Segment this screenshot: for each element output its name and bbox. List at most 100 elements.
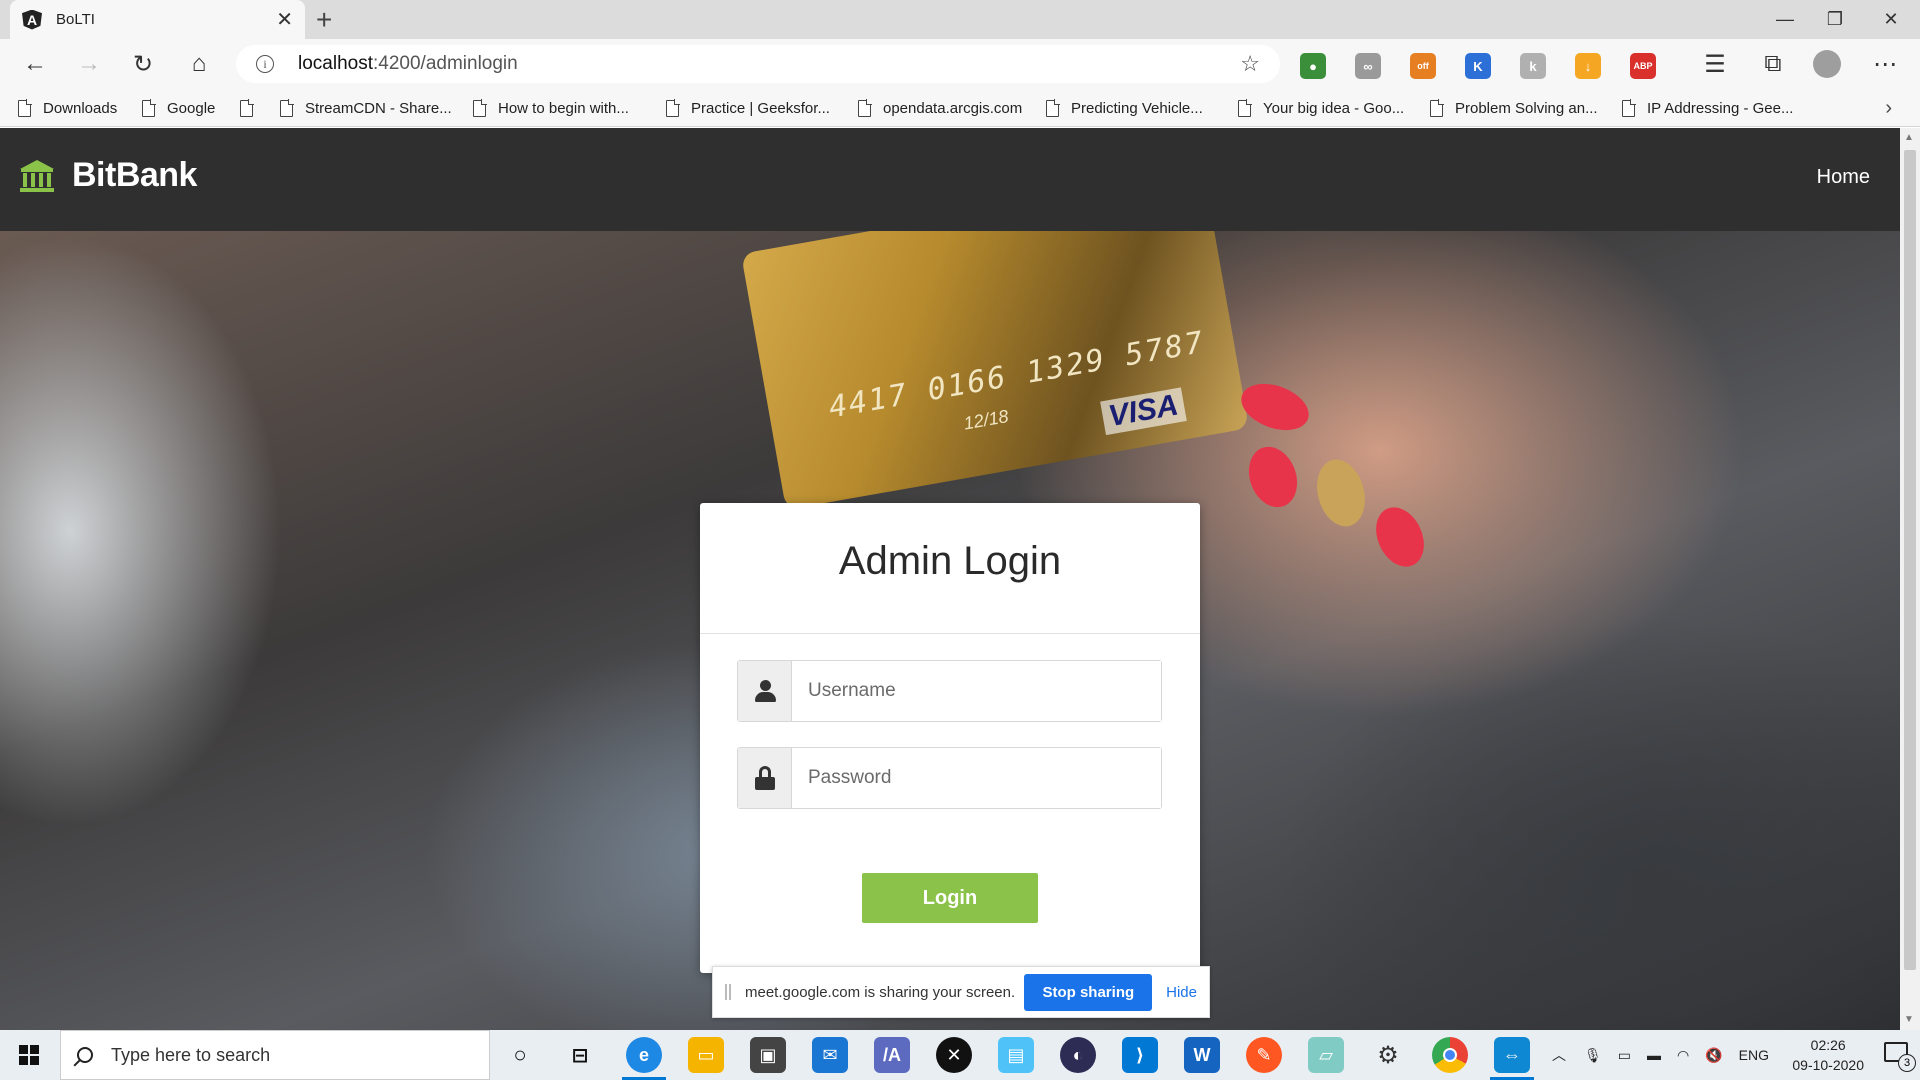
favorite-star-icon[interactable]: ☆: [1240, 51, 1260, 77]
bookmark-label: IP Addressing - Gee...: [1647, 99, 1794, 117]
restore-button[interactable]: ❐: [1810, 0, 1860, 39]
word-icon[interactable]: W: [1184, 1037, 1220, 1073]
tracker-extension-icon[interactable]: ∞: [1355, 53, 1381, 79]
store-icon[interactable]: ▣: [750, 1037, 786, 1073]
bookmark-item[interactable]: How to begin with...: [473, 89, 629, 127]
lock-icon: [754, 766, 775, 790]
bookmark-item[interactable]: opendata.arcgis.com: [858, 89, 1022, 127]
bookmark-item[interactable]: Predicting Vehicle...: [1046, 89, 1203, 127]
page-icon: [473, 99, 487, 117]
page-icon: [858, 99, 872, 117]
password-group: [737, 747, 1162, 809]
key-extension-icon[interactable]: k: [1520, 53, 1546, 79]
favorites-icon[interactable]: ☰: [1700, 49, 1730, 79]
visa-logo: VISA: [1100, 387, 1187, 436]
settings-more-icon[interactable]: ⋯: [1870, 49, 1900, 79]
settings-gear-icon[interactable]: ⚙: [1370, 1037, 1406, 1073]
bookmark-label: StreamCDN - Share...: [305, 99, 452, 117]
page-icon: [1430, 99, 1444, 117]
angular-favicon-icon: A: [22, 9, 42, 30]
eclipse-icon[interactable]: ◐: [1060, 1037, 1096, 1073]
username-group: [737, 660, 1162, 722]
back-button[interactable]: ←: [20, 49, 50, 79]
teamviewer-icon[interactable]: ⇔: [1490, 1037, 1534, 1080]
bookmark-item[interactable]: Practice | Geeksfor...: [666, 89, 830, 127]
screen-share-bar: meet.google.com is sharing your screen. …: [712, 966, 1210, 1018]
postman-icon[interactable]: ✎: [1246, 1037, 1282, 1073]
shield-extension-icon[interactable]: K: [1465, 53, 1491, 79]
bookmark-label: Problem Solving an...: [1455, 99, 1598, 117]
page-scrollbar[interactable]: ▲ ▼: [1900, 128, 1920, 1030]
drag-handle-icon[interactable]: [725, 984, 731, 1000]
page-icon: [1622, 99, 1636, 117]
address-bar[interactable]: i localhost:4200/adminlogin ☆: [236, 45, 1280, 83]
page-icon: [142, 99, 156, 117]
wifi-icon[interactable]: ◠: [1677, 1047, 1689, 1064]
clock-time: 02:26: [1810, 1037, 1846, 1053]
bookmark-item[interactable]: Problem Solving an...: [1430, 89, 1598, 127]
hide-button[interactable]: Hide: [1166, 984, 1197, 1001]
bookmark-item[interactable]: Google: [142, 89, 215, 127]
login-title: Admin Login: [838, 539, 1062, 583]
file-explorer-icon[interactable]: ▭: [688, 1037, 724, 1073]
bookmarks-bar: Downloads Google StreamCDN - Share... How t…: [0, 89, 1920, 127]
window-close-button[interactable]: ✕: [1866, 0, 1916, 39]
notebook-icon[interactable]: ▱: [1308, 1037, 1344, 1073]
brand[interactable]: BitBank: [20, 156, 197, 195]
start-button[interactable]: [0, 1030, 58, 1080]
login-button[interactable]: Login: [862, 873, 1038, 923]
refresh-button[interactable]: ↻: [128, 49, 158, 79]
nail-decoration: [1309, 454, 1373, 532]
collections-icon[interactable]: ⧉: [1758, 49, 1788, 79]
globe-extension-icon[interactable]: ●: [1300, 53, 1326, 79]
network-icon[interactable]: ▭: [1618, 1047, 1631, 1064]
scroll-down-icon[interactable]: ▼: [1904, 1014, 1914, 1025]
bookmark-item[interactable]: IP Addressing - Gee...: [1622, 89, 1793, 127]
share-message: meet.google.com is sharing your screen.: [745, 983, 1016, 1001]
pc-icon[interactable]: ▤: [998, 1037, 1034, 1073]
adblock-extension-icon[interactable]: ABP: [1630, 53, 1656, 79]
honey-off-extension-icon[interactable]: off: [1410, 53, 1436, 79]
bookmark-label: Your big idea - Goo...: [1263, 99, 1405, 117]
cortana-icon[interactable]: ○: [502, 1037, 538, 1073]
user-icon: [754, 680, 776, 702]
chrome-icon[interactable]: [1432, 1037, 1468, 1073]
hero-background-image: 4417 0166 1329 5787 12/18 VISA Admin Log…: [0, 231, 1900, 1030]
bookmark-item[interactable]: [240, 89, 265, 127]
url-text[interactable]: localhost:4200/adminlogin: [298, 53, 1240, 75]
download-extension-icon[interactable]: ↓: [1575, 53, 1601, 79]
username-input[interactable]: [792, 661, 1161, 721]
browser-tab[interactable]: A BoLTI ✕: [10, 0, 305, 39]
profile-avatar[interactable]: [1812, 49, 1842, 79]
bookmark-item[interactable]: Your big idea - Goo...: [1238, 89, 1404, 127]
visual-studio-icon[interactable]: /A: [874, 1037, 910, 1073]
microphone-icon[interactable]: 🎙: [1584, 1047, 1602, 1064]
bookmark-item[interactable]: Downloads: [18, 89, 117, 127]
scroll-thumb[interactable]: [1904, 150, 1916, 970]
home-button[interactable]: ⌂: [184, 49, 214, 79]
volume-muted-icon[interactable]: 🔇: [1705, 1047, 1722, 1064]
clock[interactable]: 02:26 09-10-2020: [1792, 1035, 1864, 1075]
battery-icon[interactable]: ▬: [1647, 1047, 1661, 1063]
nav-home-link[interactable]: Home: [1817, 166, 1870, 189]
forward-button[interactable]: →: [74, 49, 104, 79]
stop-sharing-button[interactable]: Stop sharing: [1024, 973, 1153, 1011]
language-indicator[interactable]: ENG: [1739, 1047, 1769, 1063]
bookmarks-overflow-icon[interactable]: ›: [1885, 97, 1892, 120]
bookmark-item[interactable]: StreamCDN - Share...: [280, 89, 452, 127]
taskbar-search[interactable]: Type here to search: [60, 1030, 490, 1080]
new-tab-button[interactable]: +: [316, 4, 332, 36]
scroll-up-icon[interactable]: ▲: [1904, 132, 1914, 143]
vscode-icon[interactable]: ⟩: [1122, 1037, 1158, 1073]
xbox-icon[interactable]: ✕: [936, 1037, 972, 1073]
tab-close-icon[interactable]: ✕: [276, 7, 293, 32]
site-info-icon[interactable]: i: [256, 55, 274, 73]
edge-icon[interactable]: e: [622, 1037, 666, 1080]
task-view-icon[interactable]: ⊟: [562, 1037, 598, 1073]
minimize-button[interactable]: —: [1760, 0, 1810, 39]
password-input[interactable]: [792, 748, 1161, 808]
system-tray: ︿ 🎙 ▭ ▬ ◠ 🔇 ENG: [1542, 1030, 1777, 1080]
windows-logo-icon: [19, 1045, 39, 1065]
mail-icon[interactable]: ✉: [812, 1037, 848, 1073]
tray-overflow-icon[interactable]: ︿: [1552, 1045, 1566, 1065]
